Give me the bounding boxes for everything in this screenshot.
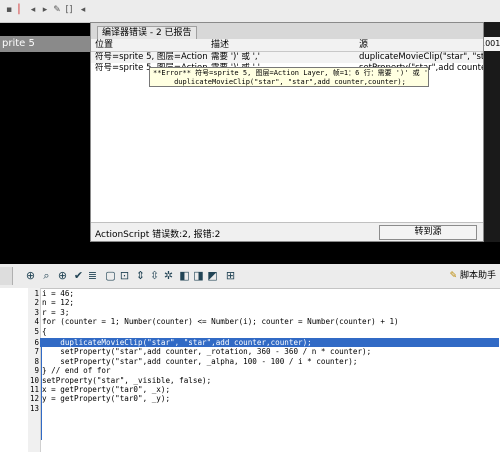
table-row[interactable]: 符号=sprite 5, 图层=Action L... 需要 ')' 或 ','… xyxy=(91,52,483,63)
target-path-icon[interactable]: ⊕ xyxy=(56,269,69,282)
line-number: 6 xyxy=(34,338,39,347)
error-table-header: 位置 描述 源 xyxy=(91,39,483,52)
forward-icon[interactable]: ▸ xyxy=(40,5,50,15)
auto-format-icon[interactable]: ≣ xyxy=(86,269,99,282)
column-location[interactable]: 位置 xyxy=(95,39,113,51)
line-number: 12 xyxy=(29,394,39,404)
code-line-selected[interactable]: duplicateMovieClip("star", "star",add co… xyxy=(42,338,311,347)
column-description[interactable]: 描述 xyxy=(211,39,229,51)
code-line[interactable]: setProperty("star",add counter, _alpha, … xyxy=(42,357,357,366)
go-to-source-button[interactable]: 转到源 xyxy=(379,225,477,240)
line-number: 8 xyxy=(34,356,39,366)
code-line[interactable]: i = 46; xyxy=(42,289,74,298)
row-description: 需要 ')' 或 ',' xyxy=(211,52,260,62)
debug-options-icon[interactable]: ⊡ xyxy=(118,269,131,282)
tooltip-line-1: **Error** 符号=sprite 5, 图层=Action Layer, … xyxy=(153,69,429,77)
expand-all-icon[interactable]: ✲ xyxy=(162,269,175,282)
error-count-status: ActionScript 错误数:2, 报错:2 xyxy=(95,230,221,240)
collapse-toggle[interactable] xyxy=(0,267,13,285)
code-line[interactable]: setProperty("star",add counter, _rotatio… xyxy=(42,347,371,356)
panel-gap xyxy=(0,242,500,264)
line-number: 1 xyxy=(34,289,39,298)
actions-toolbar: ⊕ ⌕ ⊕ ✔ ≣ ▢ ⊡ ⇕ ⇳ ✲ ◧ ◨ ◩ ⊞ ✎ 脚本助手 xyxy=(0,264,500,289)
code-line[interactable]: r = 3; xyxy=(42,308,69,317)
scene-label: prite 5 xyxy=(0,36,90,52)
line-number: 3 xyxy=(34,307,39,317)
row-source: duplicateMovieClip("star", "star",... xyxy=(359,52,483,62)
pin-icon[interactable]: │ xyxy=(14,5,24,15)
apply-block-comment-icon[interactable]: ◧ xyxy=(178,269,191,282)
code-line[interactable]: { xyxy=(42,327,47,336)
code-line[interactable]: } // end of for xyxy=(42,366,111,375)
back-icon[interactable]: ◂ xyxy=(28,5,38,15)
app-toolbar: ▪ │ ◂ ▸ ✎ [] ◂ xyxy=(0,0,500,23)
line-number: 7 xyxy=(34,347,39,357)
apply-line-comment-icon[interactable]: ◨ xyxy=(192,269,205,282)
compiler-errors-panel: 编译器错误 - 2 已报告 位置 描述 源 符号=sprite 5, 图层=Ac… xyxy=(90,22,484,242)
add-statement-icon[interactable]: ⊕ xyxy=(24,269,37,282)
script-assist-label: 脚本助手 xyxy=(459,271,496,281)
code-line[interactable]: setProperty("star", _visible, false); xyxy=(42,376,211,385)
frame-icon[interactable]: [] xyxy=(64,5,74,15)
collapse-between-braces-icon[interactable]: ⇕ xyxy=(134,269,147,282)
collapse-selection-icon[interactable]: ⇳ xyxy=(148,269,161,282)
stage-area[interactable] xyxy=(0,52,90,264)
find-icon[interactable]: ⌕ xyxy=(40,269,53,282)
error-panel-footer: ActionScript 错误数:2, 报错:2 转到源 xyxy=(91,222,483,241)
scroll-icon[interactable]: ◂ xyxy=(78,5,88,15)
line-number: 2 xyxy=(34,298,39,308)
error-tooltip: **Error** 符号=sprite 5, 图层=Action Layer, … xyxy=(149,67,429,87)
code-line[interactable]: y = getProperty("tar0", _y); xyxy=(42,394,170,403)
edit-icon[interactable]: ✎ xyxy=(52,5,62,15)
line-number: 9 xyxy=(34,366,39,376)
code-line[interactable]: n = 12; xyxy=(42,298,74,307)
line-number: 13 xyxy=(29,403,39,413)
tab-compiler-errors[interactable]: 编译器错误 - 2 已报告 xyxy=(97,26,197,40)
show-toolbox-icon[interactable]: ⊞ xyxy=(224,269,237,282)
remove-comment-icon[interactable]: ◩ xyxy=(206,269,219,282)
actions-margin xyxy=(0,288,28,452)
code-line[interactable]: for (counter = 1; Number(counter) <= Num… xyxy=(42,317,399,326)
script-assist-button[interactable]: ✎ 脚本助手 xyxy=(450,269,496,283)
line-number: 11 xyxy=(29,385,39,394)
script-assist-icon: ✎ xyxy=(449,271,458,281)
column-source[interactable]: 源 xyxy=(359,39,368,51)
line-number: 10 xyxy=(29,375,39,385)
code-line[interactable]: x = getProperty("tar0", _x); xyxy=(42,385,170,394)
right-panel-strip xyxy=(484,22,500,264)
tooltip-line-2: duplicateMovieClip("star", "star",add co… xyxy=(153,78,406,86)
line-number: 4 xyxy=(34,317,39,327)
row-location: 符号=sprite 5, 图层=Action L... xyxy=(95,52,207,62)
line-number: 5 xyxy=(34,326,39,336)
toolbar-icon[interactable]: ▪ xyxy=(4,5,14,15)
check-syntax-icon[interactable]: ✔ xyxy=(72,269,85,282)
code-hint-icon[interactable]: ▢ xyxy=(104,269,117,282)
